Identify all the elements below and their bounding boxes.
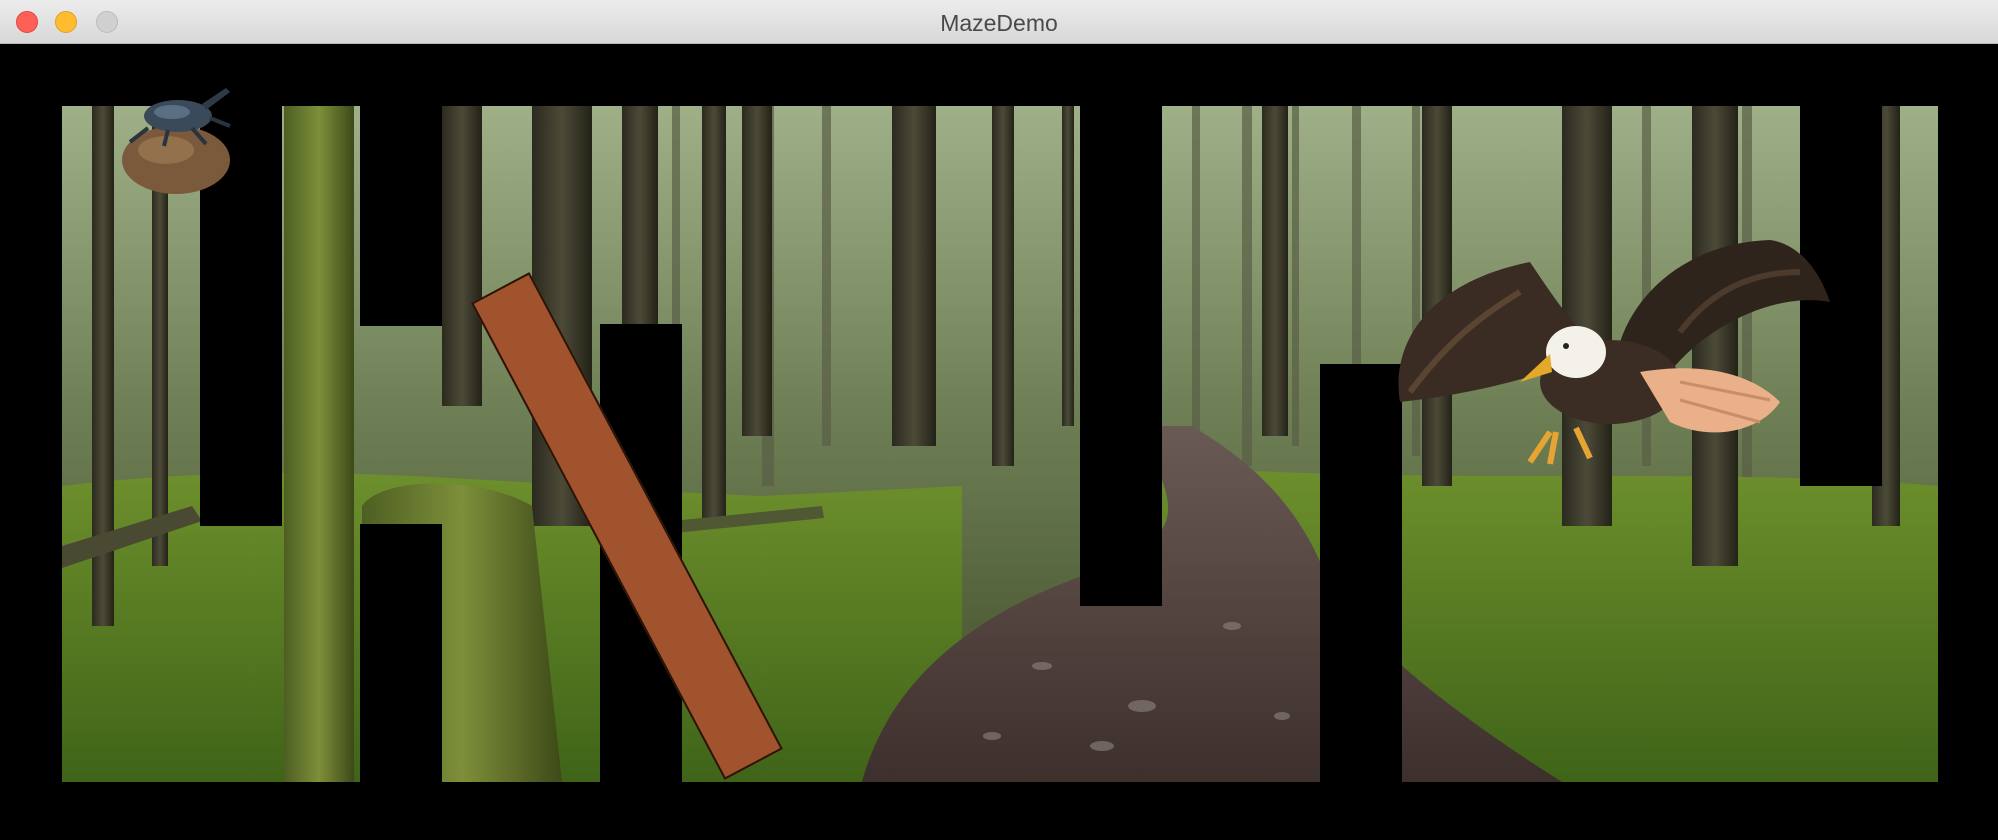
maze-wall xyxy=(1080,106,1162,606)
app-window: MazeDemo xyxy=(0,0,1998,840)
enemy-eagle-sprite xyxy=(1398,240,1830,465)
window-title: MazeDemo xyxy=(940,10,1058,36)
maze-wall xyxy=(0,44,62,840)
player-beetle-sprite[interactable] xyxy=(118,84,238,196)
maze-wall xyxy=(0,782,1998,840)
maze-wall xyxy=(360,524,442,840)
title-bar[interactable]: MazeDemo xyxy=(0,0,1998,44)
maze-wall xyxy=(1938,44,1998,840)
maze-wall xyxy=(0,44,1998,106)
game-canvas[interactable] xyxy=(0,44,1998,840)
maze-wall xyxy=(360,106,442,326)
